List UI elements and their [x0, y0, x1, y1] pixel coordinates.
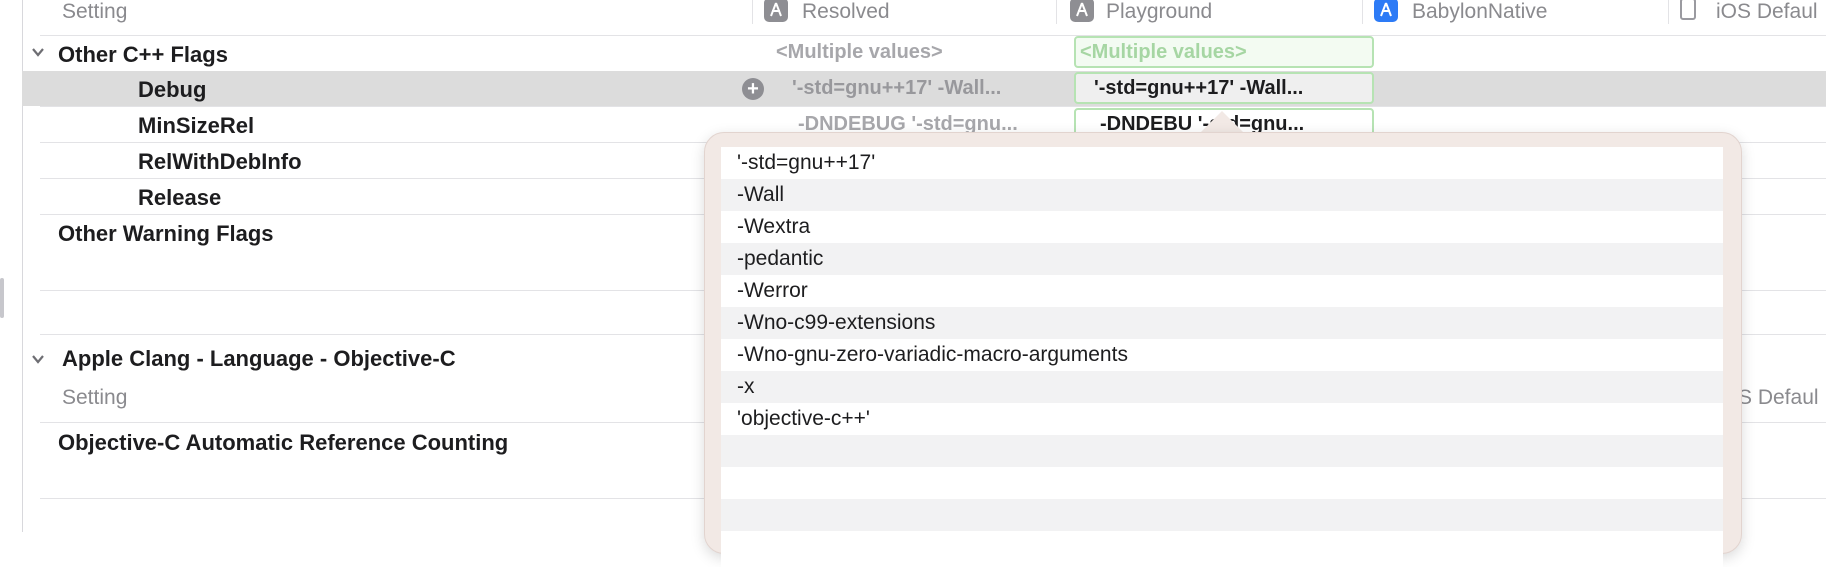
header-divider — [1362, 0, 1363, 24]
setting-title-warning-flags[interactable]: Other Warning Flags — [58, 221, 274, 247]
list-item[interactable]: -x — [721, 371, 1723, 403]
list-item[interactable]: 'objective-c++' — [721, 403, 1723, 435]
header-divider — [1056, 0, 1057, 24]
header-playground[interactable]: Playground — [1106, 0, 1212, 24]
add-value-icon[interactable]: + — [742, 78, 764, 100]
ios-device-icon — [1680, 0, 1696, 20]
popover-arrow — [1200, 111, 1244, 133]
app-target-icon — [764, 0, 788, 22]
sidebar-handle[interactable] — [0, 278, 4, 318]
app-target-icon-blue — [1374, 0, 1398, 22]
list-item[interactable] — [721, 531, 1723, 563]
list-item[interactable]: -Werror — [721, 275, 1723, 307]
list-item[interactable]: -Wall — [721, 179, 1723, 211]
list-item[interactable] — [721, 435, 1723, 467]
header-ios-default[interactable]: S Defaul — [1738, 386, 1819, 410]
row-separator — [40, 106, 1826, 107]
list-item[interactable]: -Wno-c99-extensions — [721, 307, 1723, 339]
header-ios-default[interactable]: iOS Defaul — [1716, 0, 1818, 24]
header-babylonnative[interactable]: BabylonNative — [1412, 0, 1547, 24]
resolved-value: <Multiple values> — [776, 41, 943, 63]
header-divider — [1668, 0, 1669, 24]
list-item[interactable]: '-std=gnu++17' — [721, 147, 1723, 179]
header-divider — [752, 0, 753, 24]
section-title-objc[interactable]: Apple Clang - Language - Objective-C — [62, 346, 456, 372]
list-item[interactable] — [721, 499, 1723, 531]
header-setting[interactable]: Setting — [62, 386, 127, 410]
playground-value: '-std=gnu++17' -Wall... — [1094, 77, 1304, 99]
header-separator — [40, 35, 1826, 36]
setting-title-arc[interactable]: Objective-C Automatic Reference Counting — [58, 430, 508, 456]
app-target-icon — [1070, 0, 1094, 22]
playground-value: <Multiple values> — [1080, 41, 1247, 63]
disclosure-chevron-icon[interactable] — [30, 44, 46, 60]
setting-title-cpp-flags[interactable]: Other C++ Flags — [58, 42, 228, 68]
disclosure-chevron-icon[interactable] — [30, 351, 46, 367]
config-label-release[interactable]: Release — [138, 185, 221, 211]
config-label-debug: Debug — [138, 77, 207, 102]
list-item[interactable] — [721, 467, 1723, 499]
list-item[interactable]: -Wno-gnu-zero-variadic-macro-arguments — [721, 339, 1723, 371]
values-popover: '-std=gnu++17' -Wall -Wextra -pedantic -… — [704, 132, 1742, 567]
list-item[interactable]: -pedantic — [721, 243, 1723, 275]
resolved-value: '-std=gnu++17' -Wall... — [792, 77, 1002, 99]
list-item[interactable]: -Wextra — [721, 211, 1723, 243]
values-list[interactable]: '-std=gnu++17' -Wall -Wextra -pedantic -… — [721, 147, 1723, 567]
header-setting[interactable]: Setting — [62, 0, 127, 24]
config-label-relwithdebinfo[interactable]: RelWithDebInfo — [138, 149, 302, 175]
config-label-minsizerel[interactable]: MinSizeRel — [138, 113, 254, 139]
header-resolved[interactable]: Resolved — [802, 0, 890, 24]
